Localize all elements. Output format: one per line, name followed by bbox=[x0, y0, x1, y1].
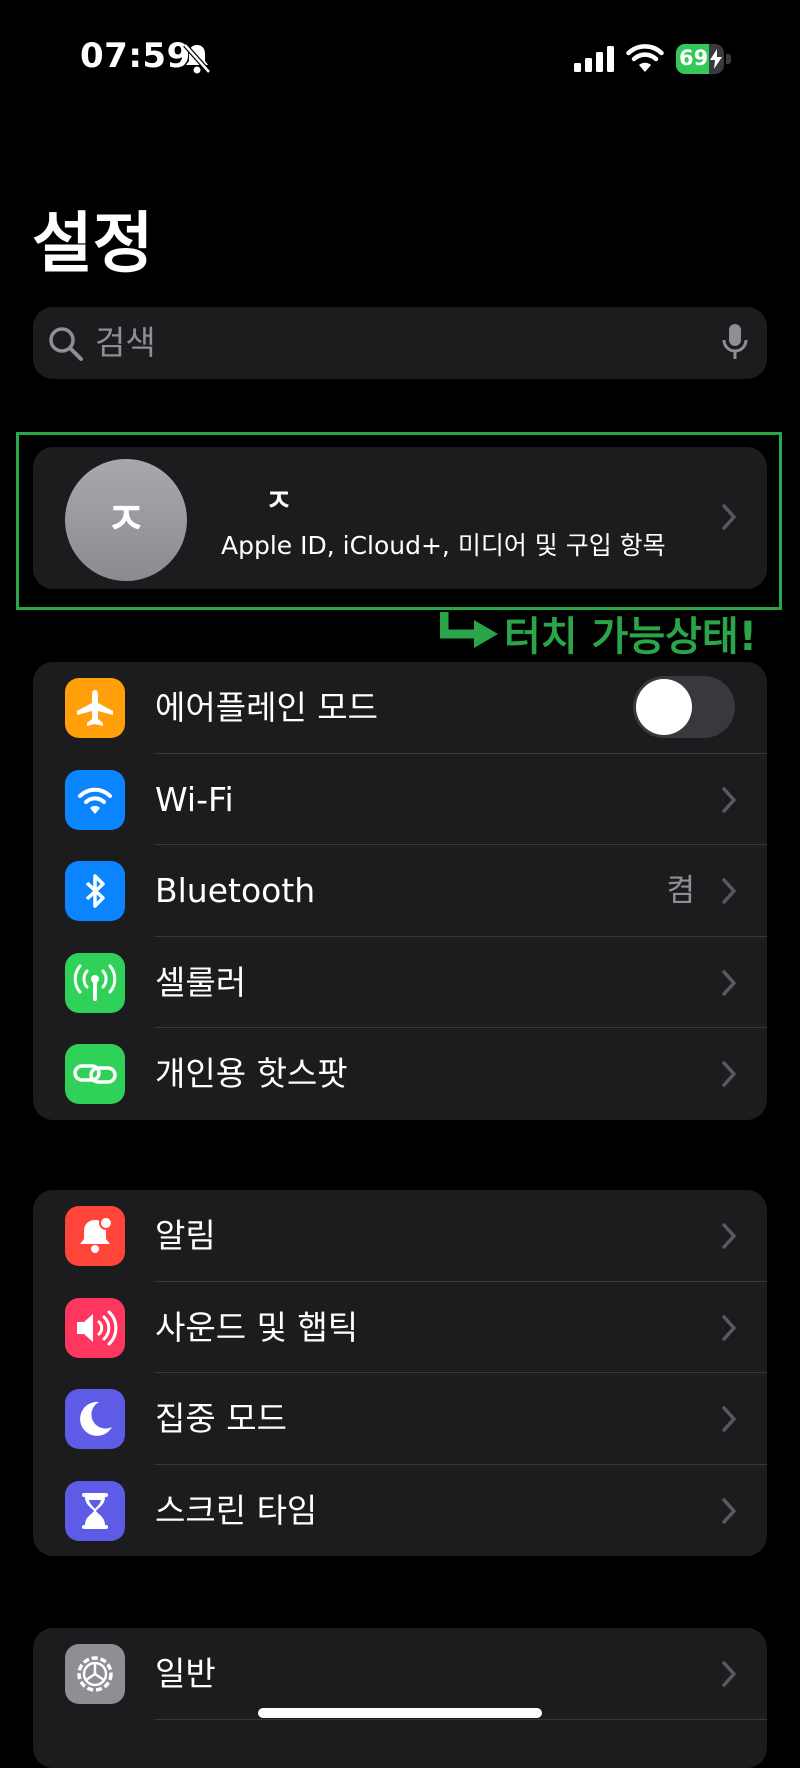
profile-name: ㅈ bbox=[265, 484, 293, 519]
chevron-right-icon bbox=[722, 1061, 736, 1087]
gear-icon bbox=[65, 1644, 125, 1704]
apple-id-profile-row[interactable]: ㅈ ㅈ Apple ID, iCloud+, 미디어 및 구입 항목 bbox=[33, 447, 767, 589]
chevron-right-icon bbox=[722, 504, 736, 530]
row-label: 개인용 핫스팟 bbox=[155, 1054, 348, 1093]
settings-group-general: 일반 bbox=[33, 1628, 767, 1768]
charging-bolt-icon bbox=[710, 49, 722, 69]
chevron-right-icon bbox=[722, 1406, 736, 1432]
bluetooth-status: 켬 bbox=[666, 873, 695, 909]
battery-indicator: 69 bbox=[676, 44, 732, 74]
avatar: ㅈ bbox=[65, 459, 187, 581]
row-label: 일반 bbox=[155, 1654, 216, 1693]
page-title: 설정 bbox=[32, 205, 154, 282]
battery-percent: 69 bbox=[679, 46, 709, 70]
airplane-icon bbox=[65, 678, 125, 738]
row-focus[interactable]: 집중 모드 bbox=[33, 1373, 767, 1465]
microphone-icon[interactable] bbox=[721, 323, 749, 363]
speaker-icon bbox=[65, 1297, 125, 1358]
profile-subtitle: Apple ID, iCloud+, 미디어 및 구입 항목 bbox=[221, 531, 666, 560]
row-personal-hotspot[interactable]: 개인용 핫스팟 bbox=[33, 1028, 767, 1120]
row-label: Bluetooth bbox=[155, 871, 316, 910]
settings-group-connectivity: 에어플레인 모드 Wi-Fi Bluetooth 켬 셀룰러 개인용 핫스팟 bbox=[33, 662, 767, 1120]
search-bar[interactable]: 검색 bbox=[33, 307, 767, 379]
search-icon bbox=[49, 327, 83, 361]
row-sounds-haptics[interactable]: 사운드 및 햅틱 bbox=[33, 1282, 767, 1373]
airplane-mode-toggle[interactable] bbox=[633, 676, 735, 738]
cellular-signal-icon bbox=[574, 46, 614, 72]
silent-bell-icon bbox=[183, 43, 211, 74]
row-label: Wi-Fi bbox=[155, 779, 234, 819]
wifi-status-icon bbox=[626, 44, 664, 72]
wifi-icon bbox=[65, 769, 125, 830]
row-label: 에어플레인 모드 bbox=[155, 688, 379, 727]
home-indicator[interactable] bbox=[258, 1708, 542, 1718]
row-notifications[interactable]: 알림 bbox=[33, 1190, 767, 1282]
status-bar: 07:59 69 bbox=[0, 0, 800, 120]
chevron-right-icon bbox=[722, 878, 736, 904]
chevron-right-icon bbox=[722, 969, 736, 996]
row-label: 셀룰러 bbox=[155, 962, 247, 1002]
bluetooth-icon bbox=[65, 861, 125, 921]
hourglass-icon bbox=[65, 1480, 125, 1541]
chevron-right-icon bbox=[722, 1661, 736, 1687]
chevron-right-icon bbox=[722, 1223, 736, 1249]
hotspot-link-icon bbox=[65, 1044, 125, 1104]
row-label: 사운드 및 햅틱 bbox=[155, 1307, 359, 1347]
row-wifi[interactable]: Wi-Fi bbox=[33, 754, 767, 845]
search-input[interactable]: 검색 bbox=[95, 325, 156, 361]
row-screen-time[interactable]: 스크린 타임 bbox=[33, 1465, 767, 1557]
row-bluetooth[interactable]: Bluetooth 켬 bbox=[33, 845, 767, 937]
moon-icon bbox=[65, 1389, 125, 1449]
antenna-icon bbox=[65, 952, 125, 1013]
chevron-right-icon bbox=[722, 786, 736, 813]
chevron-right-icon bbox=[722, 1314, 736, 1341]
row-general[interactable]: 일반 bbox=[33, 1628, 767, 1720]
row-label: 집중 모드 bbox=[155, 1399, 287, 1438]
row-label: 알림 bbox=[155, 1216, 216, 1255]
row-airplane-mode: 에어플레인 모드 bbox=[33, 662, 767, 754]
annotation-text: 터치 가능상태! bbox=[504, 614, 757, 660]
row-label: 스크린 타임 bbox=[155, 1490, 318, 1530]
callout-arrow-icon bbox=[440, 612, 498, 648]
bell-badge-icon bbox=[65, 1206, 125, 1266]
row-cellular[interactable]: 셀룰러 bbox=[33, 937, 767, 1028]
status-time: 07:59 bbox=[80, 36, 191, 76]
settings-group-notifications: 알림 사운드 및 햅틱 집중 모드 스크린 타임 bbox=[33, 1190, 767, 1556]
chevron-right-icon bbox=[722, 1497, 736, 1524]
